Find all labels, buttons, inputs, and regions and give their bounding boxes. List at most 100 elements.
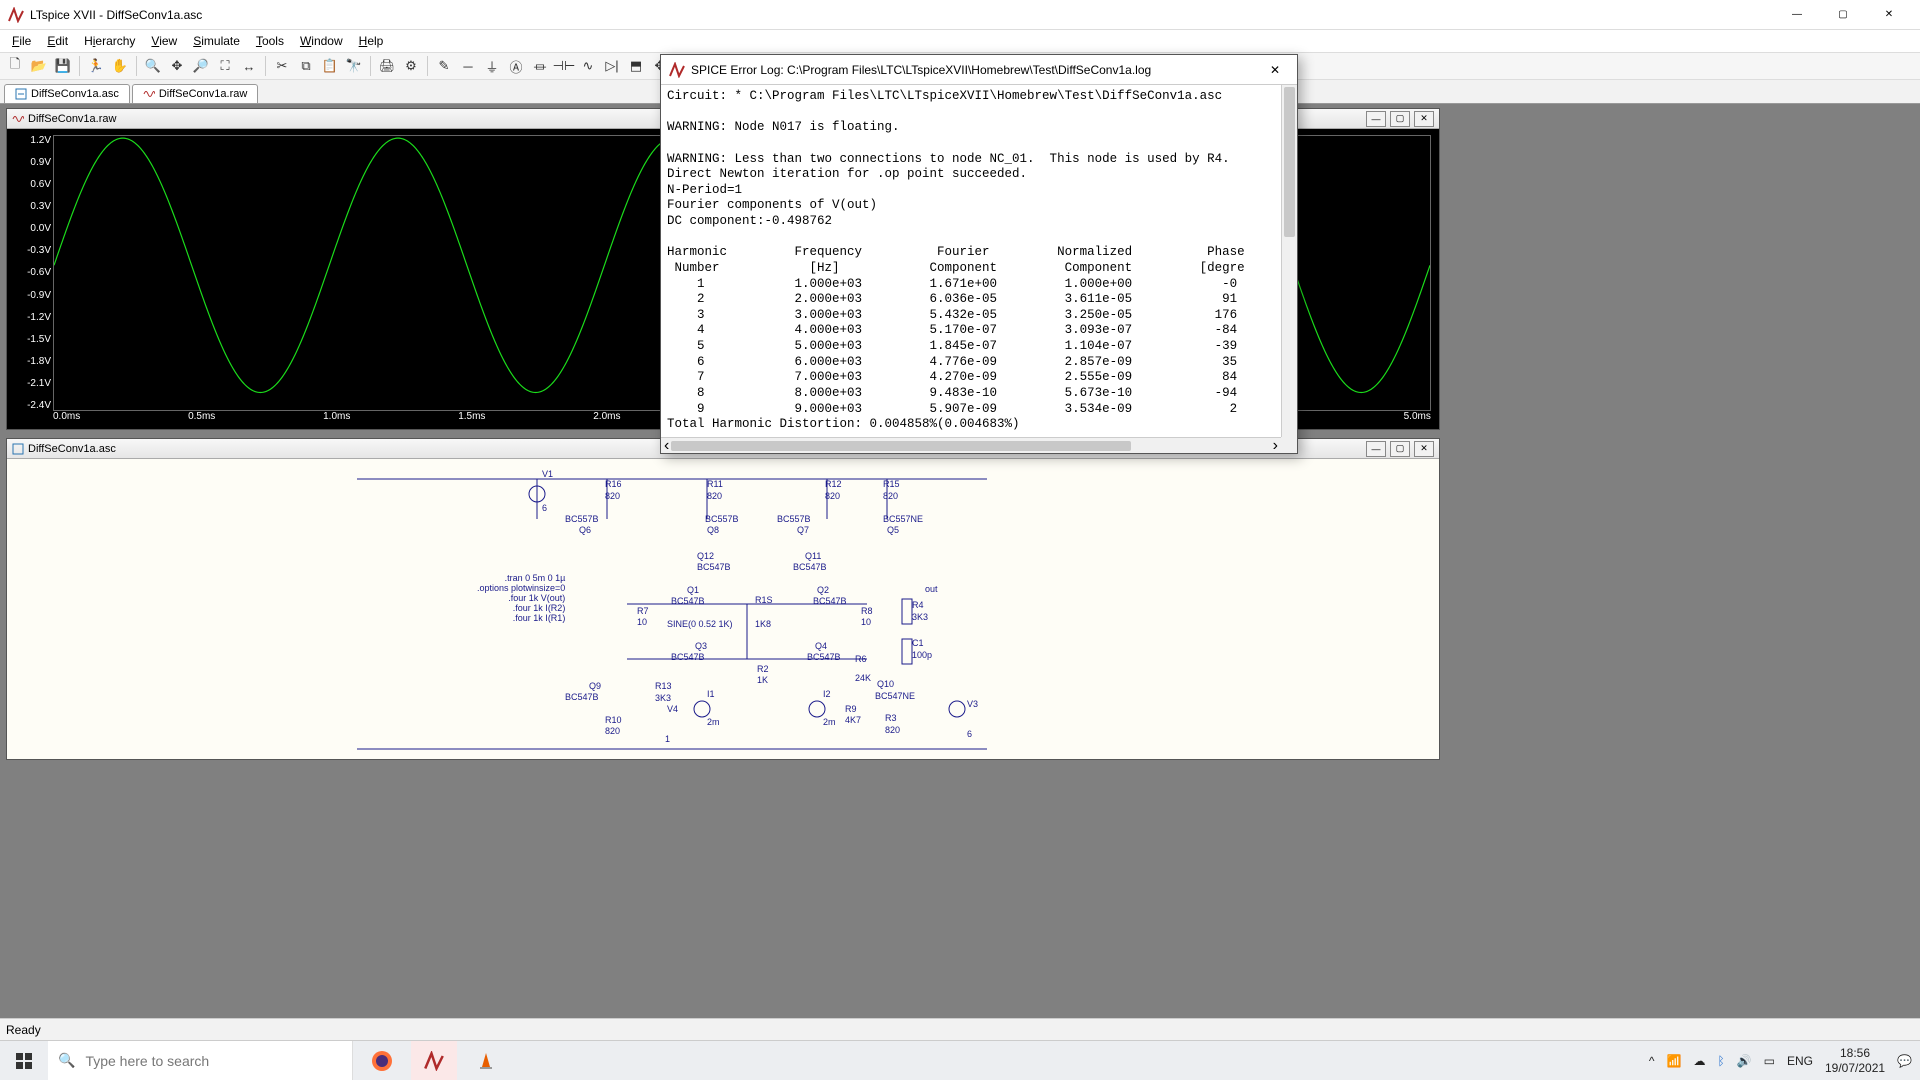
tool-new[interactable]: 🗋	[4, 55, 26, 77]
tool-halt[interactable]: ✋	[109, 55, 131, 77]
errorlog-body[interactable]: Circuit: * C:\Program Files\LTC\LTspiceX…	[661, 85, 1297, 453]
pane-title-text: DiffSeConv1a.asc	[28, 443, 116, 455]
pane-title-text: DiffSeConv1a.raw	[28, 113, 116, 125]
minimize-button[interactable]: —	[1774, 0, 1820, 30]
tool-diode[interactable]: ▷|	[601, 55, 623, 77]
scroll-left-icon[interactable]: ‹	[664, 437, 669, 455]
windows-taskbar: 🔍 Type here to search ^ 📶 ☁ ᛒ 🔊 ▭ ENG 18…	[0, 1040, 1920, 1080]
tool-print[interactable]: 🖨	[376, 55, 398, 77]
taskbar-ltspice[interactable]	[411, 1041, 457, 1080]
tray-battery-icon[interactable]: ▭	[1764, 1054, 1775, 1068]
tool-cap[interactable]: ⊣⊢	[553, 55, 575, 77]
toolbar-separator	[136, 56, 137, 76]
tray-cloud-icon[interactable]: ☁	[1693, 1054, 1705, 1068]
schematic-canvas[interactable]: .tran 0 5m 0 1µ .options plotwinsize=0 .…	[7, 459, 1439, 759]
menu-file[interactable]: File	[4, 32, 39, 50]
toolbar-separator	[79, 56, 80, 76]
menu-simulate[interactable]: Simulate	[185, 32, 248, 50]
y-axis: 1.2V0.9V0.6V0.3V0.0V-0.3V-0.6V-0.9V-1.2V…	[7, 129, 53, 411]
tab-label: DiffSeConv1a.asc	[31, 88, 119, 100]
window-title: LTspice XVII - DiffSeConv1a.asc	[30, 8, 1774, 22]
close-button[interactable]: ✕	[1866, 0, 1912, 30]
tray-bluetooth-icon[interactable]: ᛒ	[1717, 1054, 1724, 1068]
tab-label: DiffSeConv1a.raw	[159, 88, 247, 100]
tool-save[interactable]: 💾	[52, 55, 74, 77]
menu-bar: File Edit Hierarchy View Simulate Tools …	[0, 30, 1920, 52]
schematic-drawing	[7, 459, 1439, 759]
pane-minimize-button[interactable]: —	[1366, 111, 1386, 127]
taskbar-search[interactable]: 🔍 Type here to search	[48, 1041, 353, 1080]
tool-cut[interactable]: ✂	[271, 55, 293, 77]
pane-maximize-button[interactable]: ▢	[1390, 441, 1410, 457]
tool-ind[interactable]: ∿	[577, 55, 599, 77]
tool-setup[interactable]: ⚙	[400, 55, 422, 77]
tool-paste[interactable]: 📋	[319, 55, 341, 77]
toolbar-separator	[427, 56, 428, 76]
taskbar-firefox[interactable]	[359, 1041, 405, 1080]
tool-zoom-in[interactable]: 🔍	[142, 55, 164, 77]
menu-view[interactable]: View	[143, 32, 185, 50]
tool-open[interactable]: 📂	[28, 55, 50, 77]
tool-run[interactable]: 🏃	[85, 55, 107, 77]
tool-zoom-fit[interactable]: ⛶	[214, 55, 236, 77]
ltspice-icon	[8, 7, 24, 23]
tool-autorange[interactable]: ↔	[238, 55, 260, 77]
menu-window[interactable]: Window	[292, 32, 351, 50]
scrollbar-thumb[interactable]	[1284, 87, 1295, 237]
scroll-right-icon[interactable]: ›	[1273, 437, 1278, 455]
title-bar: LTspice XVII - DiffSeConv1a.asc — ▢ ✕	[0, 0, 1920, 30]
pane-close-button[interactable]: ✕	[1414, 111, 1434, 127]
spice-directives: .tran 0 5m 0 1µ .options plotwinsize=0 .…	[477, 574, 565, 623]
pane-maximize-button[interactable]: ▢	[1390, 111, 1410, 127]
waveform-icon	[143, 88, 155, 100]
menu-tools[interactable]: Tools	[248, 32, 292, 50]
system-tray: ^ 📶 ☁ ᛒ 🔊 ▭ ENG 18:56 19/07/2021 💬	[1641, 1046, 1920, 1075]
errorlog-titlebar[interactable]: SPICE Error Log: C:\Program Files\LTC\LT…	[661, 55, 1297, 85]
tray-clock[interactable]: 18:56 19/07/2021	[1825, 1046, 1885, 1075]
errorlog-title: SPICE Error Log: C:\Program Files\LTC\LT…	[691, 63, 1261, 77]
tool-component[interactable]: ⬒	[625, 55, 647, 77]
search-placeholder: Type here to search	[85, 1053, 209, 1069]
tool-find[interactable]: 🔭	[343, 55, 365, 77]
toolbar-separator	[265, 56, 266, 76]
tool-zoom-out[interactable]: 🔎	[190, 55, 212, 77]
menu-edit[interactable]: Edit	[39, 32, 76, 50]
start-button[interactable]	[0, 1041, 48, 1080]
tool-wire[interactable]: ─	[457, 55, 479, 77]
tray-notifications-icon[interactable]: 💬	[1897, 1054, 1912, 1068]
tray-date: 19/07/2021	[1825, 1061, 1885, 1075]
status-bar: Ready	[0, 1018, 1920, 1040]
spice-error-log-window[interactable]: SPICE Error Log: C:\Program Files\LTC\LT…	[660, 54, 1298, 454]
menu-help[interactable]: Help	[351, 32, 392, 50]
work-area: DiffSeConv1a.raw — ▢ ✕ 1.2V0.9V0.6V0.3V0…	[0, 104, 1920, 1018]
tool-copy[interactable]: ⧉	[295, 55, 317, 77]
vertical-scrollbar[interactable]	[1281, 85, 1297, 437]
tool-pan[interactable]: ✥	[166, 55, 188, 77]
schematic-pane: DiffSeConv1a.asc — ▢ ✕	[6, 438, 1440, 760]
taskbar-vlc[interactable]	[463, 1041, 509, 1080]
tool-ground[interactable]: ⏚	[481, 55, 503, 77]
menu-hierarchy[interactable]: Hierarchy	[76, 32, 143, 50]
pane-close-button[interactable]: ✕	[1414, 441, 1434, 457]
tray-chevron-icon[interactable]: ^	[1649, 1054, 1655, 1068]
maximize-button[interactable]: ▢	[1820, 0, 1866, 30]
tool-label[interactable]: Ⓐ	[505, 55, 527, 77]
search-icon: 🔍	[58, 1052, 75, 1069]
tray-wifi-icon[interactable]: 📶	[1667, 1054, 1682, 1068]
errorlog-close-button[interactable]: ✕	[1261, 59, 1289, 81]
schematic-icon	[12, 443, 24, 455]
toolbar-separator	[370, 56, 371, 76]
pane-minimize-button[interactable]: —	[1366, 441, 1386, 457]
windows-icon	[16, 1053, 32, 1069]
tray-time: 18:56	[1825, 1046, 1885, 1060]
tab-waveform[interactable]: DiffSeConv1a.raw	[132, 84, 258, 103]
tray-language[interactable]: ENG	[1787, 1054, 1813, 1068]
tool-pick[interactable]: ✎	[433, 55, 455, 77]
tray-volume-icon[interactable]: 🔊	[1737, 1054, 1752, 1068]
tab-schematic[interactable]: DiffSeConv1a.asc	[4, 84, 130, 103]
horizontal-scrollbar[interactable]: ‹ ›	[661, 437, 1281, 453]
resize-handle[interactable]	[1281, 437, 1297, 453]
scrollbar-thumb[interactable]	[671, 441, 1131, 451]
waveform-icon	[12, 113, 24, 125]
tool-resistor[interactable]: ⏛	[529, 55, 551, 77]
